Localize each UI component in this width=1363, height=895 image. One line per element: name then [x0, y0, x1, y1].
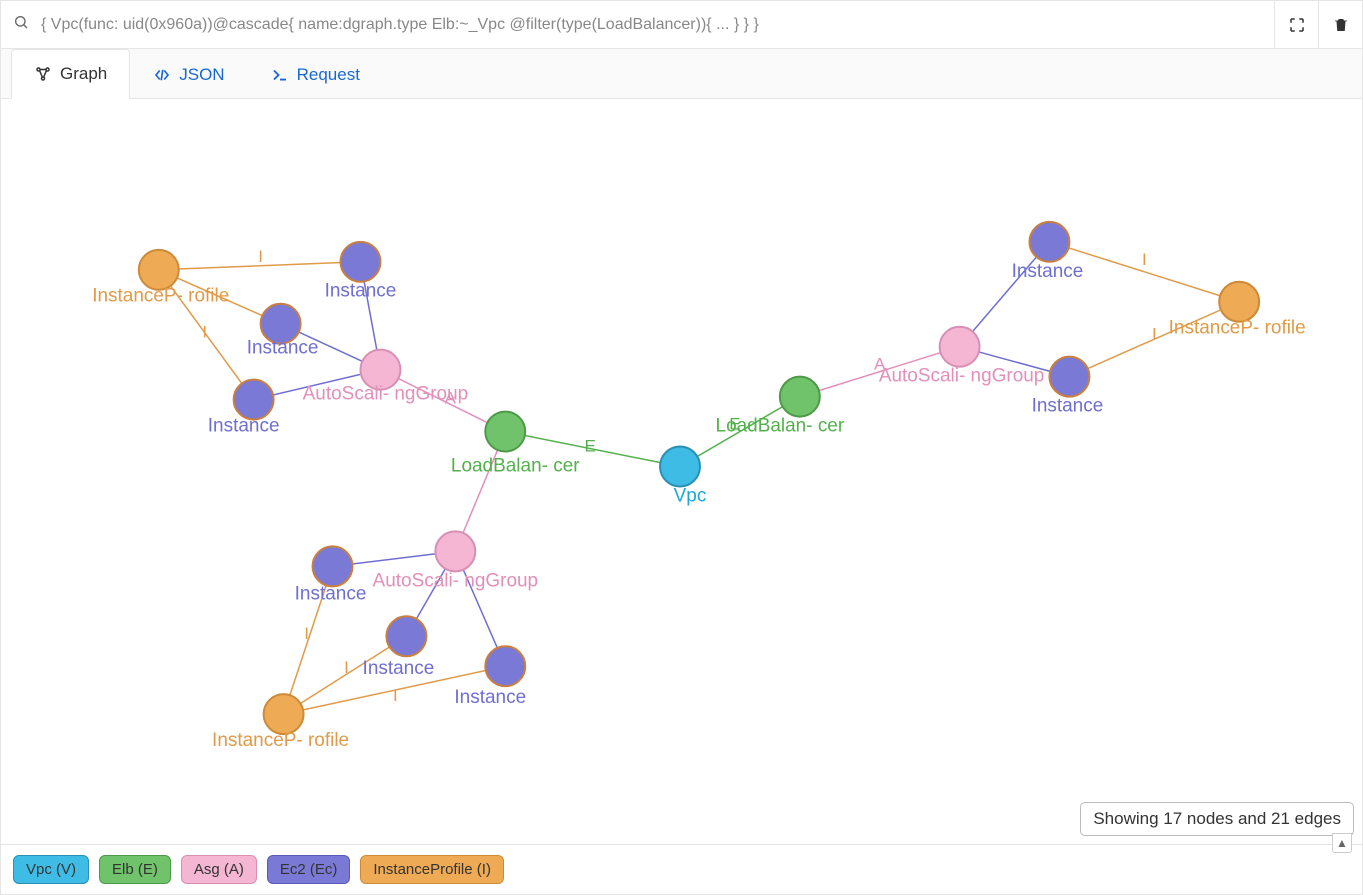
graph-icon: [34, 65, 52, 83]
graph-node[interactable]: [264, 694, 304, 734]
graph-node[interactable]: [341, 242, 381, 282]
graph-node[interactable]: [435, 531, 475, 571]
legend-pill[interactable]: InstanceProfile (I): [360, 855, 504, 884]
graph-node-label: AutoScali- ngGroup: [879, 366, 1045, 387]
graph-node[interactable]: [261, 304, 301, 344]
query-bar: { Vpc(func: uid(0x960a))@cascade{ name:d…: [1, 1, 1362, 49]
graph-edge: [159, 270, 254, 400]
graph-node-label: AutoScali- ngGroup: [373, 570, 539, 591]
graph-edge: [1069, 302, 1239, 377]
panel-expand-handle[interactable]: ▲: [1332, 833, 1352, 853]
graph-node[interactable]: [940, 327, 980, 367]
graph-node-label: Instance: [454, 687, 526, 708]
graph-node[interactable]: [1029, 222, 1069, 262]
tab-json[interactable]: JSON: [130, 49, 247, 99]
tab-label: JSON: [179, 65, 224, 85]
graph-node[interactable]: [313, 546, 353, 586]
graph-node[interactable]: [386, 616, 426, 656]
graph-node[interactable]: [360, 350, 400, 390]
graph-edge-label: E: [584, 437, 595, 456]
expand-button[interactable]: [1274, 1, 1318, 48]
legend-pill[interactable]: Asg (A): [181, 855, 257, 884]
graph-node[interactable]: [485, 412, 525, 452]
legend-pill[interactable]: Vpc (V): [13, 855, 89, 884]
graph-node[interactable]: [1049, 357, 1089, 397]
tab-request[interactable]: Request: [248, 49, 383, 99]
tab-label: Request: [297, 65, 360, 85]
tabs: Graph JSON Request: [1, 49, 1362, 99]
legend-pill[interactable]: Elb (E): [99, 855, 171, 884]
graph-edge-label: I: [1142, 250, 1147, 269]
graph-svg[interactable]: EEAAIIIIIIIVpcLoadBalan- cerLoadBalan- c…: [1, 99, 1362, 844]
graph-node-label: Instance: [1032, 396, 1104, 417]
graph-node-label: LoadBalan- cer: [716, 416, 845, 437]
status-badge: Showing 17 nodes and 21 edges: [1080, 802, 1354, 836]
graph-node[interactable]: [234, 380, 274, 420]
graph-node-label: LoadBalan- cer: [451, 456, 580, 477]
graph-edge-label: E: [729, 415, 740, 434]
legend-pill[interactable]: Ec2 (Ec): [267, 855, 351, 884]
request-icon: [271, 66, 289, 84]
graph-node-label: Instance: [325, 281, 397, 302]
legend-footer: ▲ Vpc (V)Elb (E)Asg (A)Ec2 (Ec)InstanceP…: [1, 844, 1362, 894]
graph-canvas[interactable]: EEAAIIIIIIIVpcLoadBalan- cerLoadBalan- c…: [1, 99, 1362, 844]
graph-edge: [1049, 242, 1239, 302]
graph-edge-label: I: [258, 247, 263, 266]
graph-edge-label: I: [1152, 325, 1157, 344]
graph-node-label: Instance: [1012, 261, 1084, 282]
graph-edge: [284, 636, 407, 714]
search-icon: [1, 14, 41, 35]
tab-graph[interactable]: Graph: [11, 49, 130, 99]
graph-node[interactable]: [780, 377, 820, 417]
delete-button[interactable]: [1318, 1, 1362, 48]
json-icon: [153, 66, 171, 84]
graph-edge: [159, 262, 361, 270]
graph-edge: [284, 666, 506, 714]
graph-node-label: Vpc: [674, 485, 707, 506]
graph-node-label: Instance: [363, 658, 435, 679]
graph-node-label: Instance: [208, 416, 280, 437]
graph-node[interactable]: [485, 646, 525, 686]
tab-label: Graph: [60, 64, 107, 84]
graph-edge: [284, 566, 333, 714]
graph-node[interactable]: [139, 250, 179, 290]
query-text[interactable]: { Vpc(func: uid(0x960a))@cascade{ name:d…: [41, 16, 1274, 34]
graph-node[interactable]: [660, 447, 700, 487]
graph-edge: [505, 432, 680, 467]
graph-edge: [800, 347, 960, 397]
graph-node[interactable]: [1219, 282, 1259, 322]
